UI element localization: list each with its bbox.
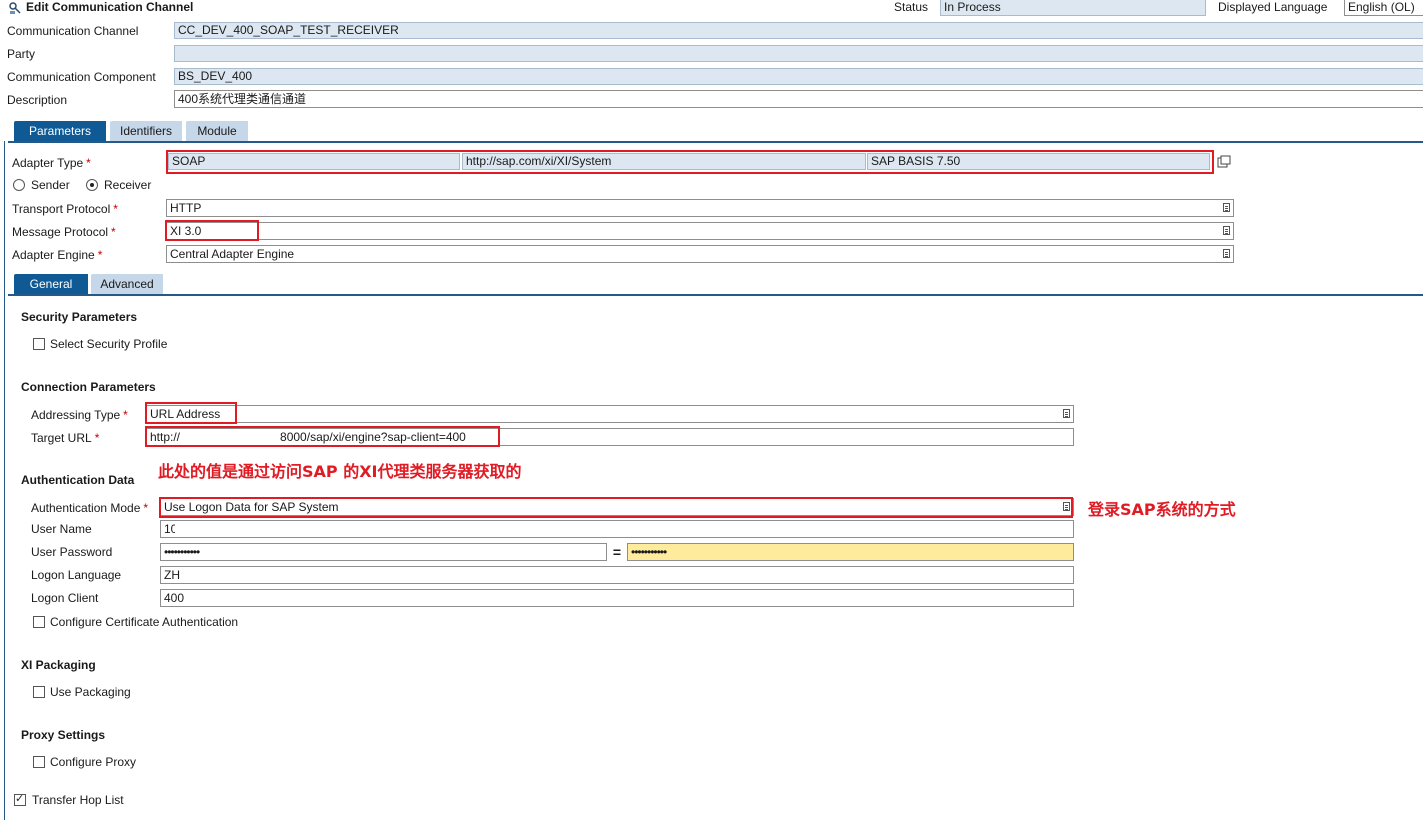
displayed-language-select[interactable]: English (OL): [1344, 0, 1423, 16]
user-password-field[interactable]: •••••••••••: [160, 543, 607, 561]
target-url-field[interactable]: http:// 8000/sap/xi/engine?sap-client=40…: [146, 428, 1074, 446]
sender-label: Sender: [31, 178, 70, 192]
security-section-title: Security Parameters: [21, 310, 138, 324]
dropdown-icon[interactable]: [1063, 409, 1070, 418]
authentication-mode-label: Authentication Mode *: [31, 501, 149, 515]
tab-module[interactable]: Module: [186, 121, 248, 141]
use-packaging-checkbox[interactable]: [33, 686, 45, 698]
transport-protocol-label: Transport Protocol *: [12, 202, 118, 216]
party-label: Party: [7, 47, 36, 61]
configure-proxy-checkbox[interactable]: [33, 756, 45, 768]
cert-auth-checkbox[interactable]: [33, 616, 45, 628]
authentication-mode-select[interactable]: Use Logon Data for SAP System: [160, 498, 1074, 516]
page-title: Edit Communication Channel: [26, 0, 194, 14]
description-field[interactable]: 400系统代理类通信通道: [174, 90, 1423, 108]
select-security-profile-checkbox[interactable]: [33, 338, 45, 350]
communication-channel-field: CC_DEV_400_SOAP_TEST_RECEIVER: [174, 22, 1423, 39]
tab-advanced[interactable]: Advanced: [91, 274, 163, 294]
confirm-password-field[interactable]: •••••••••••: [627, 543, 1074, 561]
tab-divider: [8, 141, 1423, 143]
logon-language-field[interactable]: ZH: [160, 566, 1074, 584]
adapter-namespace-field: http://sap.com/xi/XI/System: [462, 153, 866, 170]
dropdown-icon[interactable]: [1223, 249, 1230, 258]
sender-radio[interactable]: [13, 179, 25, 191]
transfer-hop-list-checkbox[interactable]: [14, 792, 26, 806]
dropdown-icon[interactable]: [1063, 502, 1070, 511]
communication-channel-label: Communication Channel: [7, 24, 139, 38]
status-label: Status: [894, 0, 929, 14]
logon-language-label: Logon Language: [31, 568, 122, 582]
receiver-label: Receiver: [104, 178, 152, 192]
copy-icon[interactable]: [1217, 155, 1231, 168]
party-field: [174, 45, 1423, 62]
adapter-swcv-field: SAP BASIS 7.50: [867, 153, 1210, 170]
logon-client-field[interactable]: 400: [160, 589, 1074, 607]
edit-icon: [8, 1, 22, 15]
user-password-label: User Password: [31, 545, 113, 559]
configure-proxy-label: Configure Proxy: [50, 755, 137, 769]
addressing-type-label: Addressing Type *: [31, 408, 128, 422]
message-protocol-label: Message Protocol *: [12, 225, 116, 239]
adapter-engine-select[interactable]: Central Adapter Engine: [166, 245, 1234, 263]
transport-protocol-select[interactable]: HTTP: [166, 199, 1234, 217]
adapter-type-label: Adapter Type *: [12, 156, 91, 170]
proxy-section-title: Proxy Settings: [21, 728, 106, 742]
left-border: [4, 141, 5, 820]
receiver-radio[interactable]: [86, 179, 98, 191]
tab-parameters[interactable]: Parameters: [14, 121, 106, 141]
authentication-section-title: Authentication Data: [21, 473, 135, 487]
adapter-engine-label: Adapter Engine *: [12, 248, 103, 262]
tab-identifiers[interactable]: Identifiers: [110, 121, 182, 141]
subtab-divider: [8, 294, 1423, 296]
xi-packaging-section-title: XI Packaging: [21, 658, 96, 672]
user-name-field[interactable]: 10: [160, 520, 1074, 538]
annotation-auth: 登录SAP系统的方式: [1088, 500, 1236, 519]
addressing-type-select[interactable]: URL Address: [146, 405, 1074, 423]
user-name-label: User Name: [31, 522, 92, 536]
equals-icon: =: [612, 544, 622, 560]
adapter-type-field[interactable]: SOAP: [168, 153, 460, 170]
connection-section-title: Connection Parameters: [21, 380, 156, 394]
target-url-label: Target URL *: [31, 431, 100, 445]
dropdown-icon[interactable]: [1223, 226, 1230, 235]
transfer-hop-list-label: Transfer Hop List: [32, 793, 124, 807]
dropdown-icon[interactable]: [1223, 203, 1230, 212]
communication-component-field: BS_DEV_400: [174, 68, 1423, 85]
description-label: Description: [7, 93, 68, 107]
displayed-language-label: Displayed Language: [1218, 0, 1328, 14]
message-protocol-select[interactable]: XI 3.0: [166, 222, 1234, 240]
select-security-profile-label: Select Security Profile: [50, 337, 168, 351]
use-packaging-label: Use Packaging: [50, 685, 131, 699]
tab-general[interactable]: General: [14, 274, 88, 294]
status-field: In Process: [940, 0, 1206, 16]
communication-component-label: Communication Component: [7, 70, 156, 84]
logon-client-label: Logon Client: [31, 591, 99, 605]
cert-auth-label: Configure Certificate Authentication: [50, 615, 239, 629]
annotation-url: 此处的值是通过访问SAP 的XI代理类服务器获取的: [158, 462, 522, 481]
